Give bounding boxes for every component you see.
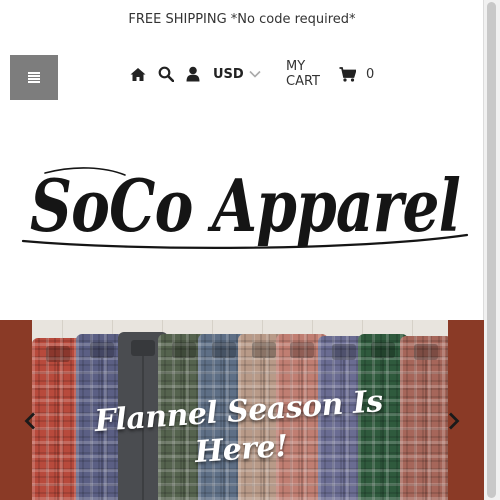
cart-count[interactable]: 0: [366, 63, 374, 85]
chevron-down-icon[interactable]: [249, 63, 261, 85]
currency-selector[interactable]: USD: [213, 63, 244, 85]
menu-button[interactable]: [10, 55, 58, 100]
chevron-left-icon[interactable]: [22, 410, 38, 432]
logo-text: SoCo Apparel: [30, 163, 460, 248]
announcement-bar: FREE SHIPPING *No code required*: [128, 12, 356, 27]
hamburger-icon: [28, 72, 40, 83]
cart-link[interactable]: MY CART: [286, 59, 320, 89]
scrollbar-thumb[interactable]: [487, 2, 496, 498]
chevron-right-icon[interactable]: [446, 410, 462, 432]
user-icon[interactable]: [186, 63, 200, 85]
logo[interactable]: SoCo Apparel: [15, 155, 475, 265]
shopping-cart-icon[interactable]: [339, 63, 356, 85]
search-icon[interactable]: [158, 63, 174, 85]
scrollbar[interactable]: [483, 0, 500, 500]
home-icon[interactable]: [130, 63, 146, 85]
